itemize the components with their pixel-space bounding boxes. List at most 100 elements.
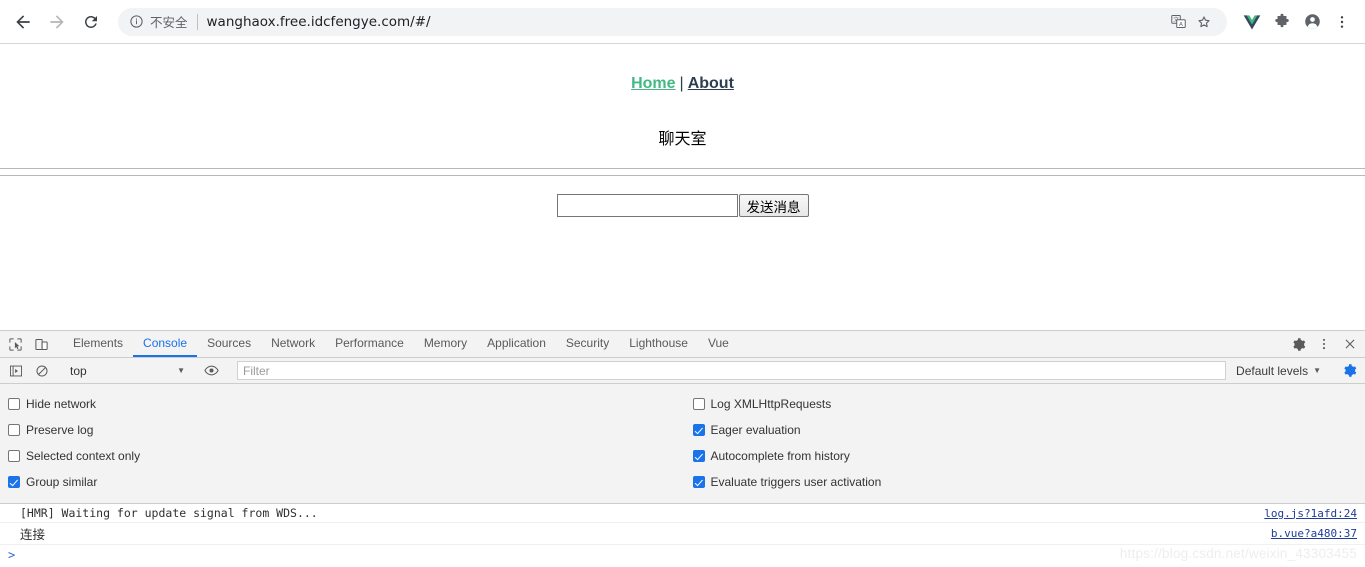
log-levels-value: Default levels — [1236, 363, 1309, 378]
checkbox-unchecked-icon[interactable] — [8, 424, 20, 436]
tab-label: Elements — [73, 336, 124, 350]
profile-avatar-icon[interactable] — [1297, 7, 1327, 37]
console-context-value: top — [70, 363, 87, 378]
message-input[interactable] — [556, 194, 738, 217]
tab-label: Memory — [423, 336, 468, 350]
console-settings-right-column: Log XMLHttpRequests Eager evaluation Aut… — [683, 391, 1365, 495]
console-message-list: [HMR] Waiting for update signal from WDS… — [0, 504, 1365, 567]
reload-icon — [84, 15, 97, 28]
console-settings-gear-icon[interactable] — [1336, 358, 1362, 384]
checkbox-unchecked-icon[interactable] — [8, 450, 20, 462]
tab-label: Application — [487, 336, 546, 350]
setting-label: Selected context only — [26, 449, 141, 463]
setting-label: Hide network — [26, 397, 97, 411]
forward-button[interactable] — [42, 7, 72, 37]
console-settings-panel: Hide network Preserve log Selected conte… — [0, 384, 1365, 504]
watermark-text: https://blog.csdn.net/weixin_43303455 — [1119, 546, 1357, 561]
tab-label: Network — [271, 336, 316, 350]
bookmark-star-icon[interactable] — [1191, 9, 1217, 35]
message-list-area — [0, 168, 1365, 176]
tab-elements[interactable]: Elements — [63, 331, 133, 357]
tab-security[interactable]: Security — [556, 331, 619, 357]
console-message-text: 连接 — [20, 527, 46, 542]
console-message-source-link[interactable]: log.js?1afd:24 — [1264, 507, 1357, 520]
console-sidebar-toggle-icon[interactable] — [3, 358, 29, 384]
tab-label: Console — [143, 336, 188, 350]
prompt-caret-icon: > — [8, 548, 16, 562]
nav-link-about[interactable]: About — [688, 75, 734, 92]
back-button[interactable] — [8, 7, 38, 37]
live-expression-eye-icon[interactable] — [198, 358, 224, 384]
checkbox-checked-icon[interactable] — [8, 476, 20, 488]
checkbox-checked-icon[interactable] — [692, 424, 705, 436]
console-log-levels-dropdown[interactable]: Default levels ▼ — [1230, 364, 1327, 378]
setting-log-xmlhttprequests[interactable]: Log XMLHttpRequests — [692, 391, 1365, 417]
tab-lighthouse[interactable]: Lighthouse — [619, 331, 698, 357]
chevron-down-icon: ▼ — [1313, 366, 1321, 375]
checkbox-checked-icon[interactable] — [692, 476, 705, 488]
checkbox-unchecked-icon[interactable] — [8, 398, 20, 410]
chrome-menu-icon[interactable] — [1327, 7, 1357, 37]
tab-sources[interactable]: Sources — [197, 331, 261, 357]
console-message-text: [HMR] Waiting for update signal from WDS… — [20, 506, 318, 520]
tab-label: Performance — [335, 336, 404, 350]
security-status-text: 不安全 — [150, 15, 188, 30]
devtools-close-icon[interactable] — [1337, 331, 1363, 357]
setting-preserve-log[interactable]: Preserve log — [8, 417, 683, 443]
setting-eager-evaluation[interactable]: Eager evaluation — [692, 417, 1365, 443]
nav-link-home[interactable]: Home — [631, 75, 675, 92]
tab-label: Sources — [207, 336, 252, 350]
console-settings-left-column: Hide network Preserve log Selected conte… — [0, 391, 683, 495]
chat-room-title: 聊天室 — [658, 129, 707, 148]
setting-label: Preserve log — [26, 423, 94, 437]
tab-label: Lighthouse — [629, 336, 688, 350]
devtools-more-options-icon[interactable] — [1311, 331, 1337, 357]
device-toolbar-icon[interactable] — [28, 331, 54, 357]
console-message-row[interactable]: [HMR] Waiting for update signal from WDS… — [0, 504, 1365, 523]
svg-text:A: A — [1179, 22, 1183, 28]
setting-label: Eager evaluation — [710, 423, 801, 437]
extensions-puzzle-icon[interactable] — [1267, 7, 1297, 37]
translate-icon[interactable]: 文 A — [1165, 9, 1191, 35]
setting-selected-context-only[interactable]: Selected context only — [8, 443, 683, 469]
vue-devtools-icon[interactable] — [1237, 7, 1267, 37]
checkbox-checked-icon[interactable] — [692, 450, 705, 462]
devtools-panel: Elements Console Sources Network Perform… — [0, 330, 1365, 567]
checkbox-unchecked-icon[interactable] — [692, 398, 705, 410]
devtools-settings-gear-icon[interactable] — [1285, 331, 1311, 357]
info-circle-icon[interactable] — [129, 14, 144, 29]
tab-console[interactable]: Console — [133, 331, 198, 357]
setting-label: Log XMLHttpRequests — [710, 397, 832, 411]
message-composer: 发送消息 — [0, 194, 1365, 217]
url-text: wanghaox.free.idcfengye.com/#/ — [206, 13, 431, 30]
setting-autocomplete-from-history[interactable]: Autocomplete from history — [692, 443, 1365, 469]
tab-performance[interactable]: Performance — [325, 331, 414, 357]
tab-memory[interactable]: Memory — [414, 331, 477, 357]
chevron-down-icon: ▼ — [177, 366, 185, 375]
console-context-selector[interactable]: top ▼ — [64, 361, 189, 380]
app-nav: Home | About — [0, 44, 1365, 93]
send-message-button[interactable]: 发送消息 — [738, 194, 809, 217]
inspect-element-icon[interactable] — [2, 331, 28, 357]
setting-label: Group similar — [26, 475, 98, 489]
setting-group-similar[interactable]: Group similar — [8, 469, 683, 495]
address-bar[interactable]: 不安全 wanghaox.free.idcfengye.com/#/ 文 A — [118, 7, 1227, 36]
tab-label: Security — [565, 336, 610, 350]
tab-network[interactable]: Network — [261, 331, 325, 357]
setting-evaluate-triggers-user-activation[interactable]: Evaluate triggers user activation — [692, 469, 1365, 495]
tab-vue[interactable]: Vue — [698, 331, 739, 357]
page-viewport: Home | About 聊天室 发送消息 — [0, 44, 1365, 330]
console-message-row[interactable]: 连接 b.vue?a480:37 — [0, 523, 1365, 545]
setting-label: Autocomplete from history — [710, 449, 850, 463]
devtools-tabbar: Elements Console Sources Network Perform… — [0, 331, 1365, 358]
tab-application[interactable]: Application — [477, 331, 556, 357]
console-toolbar: top ▼ Default levels ▼ — [0, 358, 1365, 384]
setting-hide-network[interactable]: Hide network — [8, 391, 683, 417]
extension-toolbar — [1237, 7, 1357, 37]
clear-console-icon[interactable] — [29, 358, 55, 384]
browser-toolbar: 不安全 wanghaox.free.idcfengye.com/#/ 文 A — [0, 0, 1365, 44]
back-arrow-icon — [16, 14, 30, 29]
console-filter-input[interactable] — [237, 361, 1227, 380]
reload-button[interactable] — [76, 7, 106, 37]
console-message-source-link[interactable]: b.vue?a480:37 — [1271, 527, 1357, 540]
